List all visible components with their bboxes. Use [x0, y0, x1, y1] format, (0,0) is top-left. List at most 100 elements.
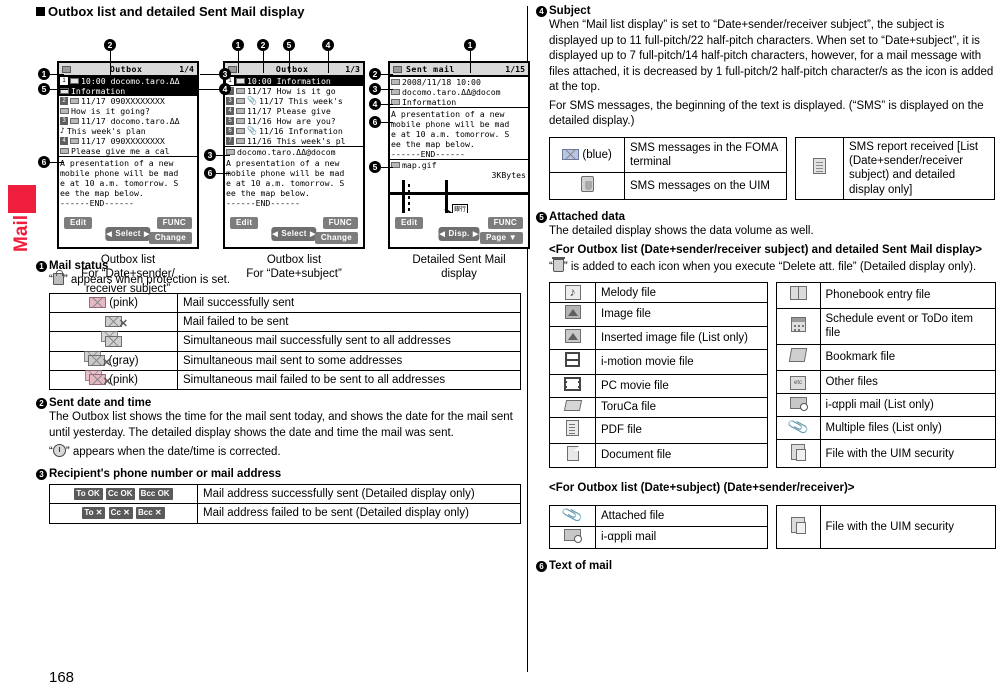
list-item[interactable]: 5 11/16 How are you?	[225, 116, 363, 126]
softkey-left[interactable]: Edit	[64, 217, 93, 229]
desc-cell: Phonebook entry file	[819, 282, 997, 309]
item-title: Sent date and time	[49, 397, 152, 410]
sms-table-left: (blue) SMS messages in the FOMA terminal…	[549, 136, 787, 201]
map-line	[390, 192, 528, 195]
list-item-line2: Please give me a cal	[71, 146, 170, 156]
bcc-failed-icon: Bcc ✕	[136, 507, 165, 520]
desc-cell: Attached file	[595, 505, 768, 528]
list-item[interactable]: 4 11/17 090XXXXXXXX	[59, 136, 197, 146]
list-item[interactable]: 4 11/17 Please give	[225, 106, 363, 116]
softkey-right-lower[interactable]: Change	[314, 232, 358, 244]
item-title: Recipient's phone number or mail address	[49, 467, 282, 480]
toruca-icon	[563, 399, 582, 411]
section-title: Outbox list and detailed Sent Mail displ…	[36, 4, 521, 19]
side-tab-label: Mail	[11, 215, 32, 252]
list-item[interactable]: 7 11/16 This week's pl	[225, 136, 363, 146]
leader-line	[50, 89, 68, 90]
signal-icon	[393, 65, 402, 73]
status-title: Sent mail	[406, 64, 455, 74]
list-item-text: 11/16 This week's pl	[247, 136, 346, 146]
softkey-center[interactable]: Disp.	[438, 227, 480, 241]
list-item[interactable]: 3 11/17 docomo.taro.ΔΔ	[59, 116, 197, 126]
desc-cell: ToruCa file	[595, 396, 768, 419]
softkey-left[interactable]: Edit	[395, 217, 424, 229]
callout-4-phone2: 4	[322, 39, 334, 51]
list-item[interactable]: 3 📎 11/17 This week's	[225, 96, 363, 106]
table-row: PC movie file	[549, 373, 768, 398]
recipient-address: docomo.taro.ΔΔ@docom	[402, 87, 501, 97]
desc-cell: Schedule event or ToDo item file	[819, 307, 997, 346]
list-item[interactable]: 2 11/17 How is it go	[225, 86, 363, 96]
softkey-center[interactable]: Select	[105, 227, 151, 241]
attached-table-left: ♪ Melody file Image file Inserted image …	[549, 282, 768, 469]
figure-caption-2: Outbox list For “Date+subject”	[209, 253, 379, 282]
other-files-icon: etc	[790, 375, 807, 390]
list-item-subject[interactable]: How is it going?	[59, 106, 197, 116]
desc-cell: File with the UIM security	[819, 439, 997, 469]
table-row: i-αppli mail	[549, 526, 768, 549]
desc-cell: Mail address successfully sent (Detailed…	[197, 483, 521, 505]
list-item-subject[interactable]: ♪ This week's plan	[59, 126, 197, 136]
softkey-right[interactable]: FUNC	[487, 217, 523, 229]
leader-line	[381, 122, 393, 123]
list-item-subject[interactable]: Information	[59, 86, 197, 96]
softkey-bar: Edit Select FUNC Change	[59, 213, 197, 247]
list-item[interactable]: 6 📎 11/16 Information	[225, 126, 363, 136]
outbox-file-tables: 📎 Attached file i-αppli mail File with t…	[549, 501, 997, 553]
mail-status-table: (pink) Mail successfully sent Mail faile…	[49, 292, 521, 391]
melody-icon: ♪	[60, 126, 65, 135]
softkey-left[interactable]: Edit	[230, 217, 259, 229]
list-index: 4	[60, 137, 68, 145]
icon-label: (blue)	[582, 148, 612, 161]
item-heading-sent-date: 2 Sent date and time	[36, 397, 521, 410]
mail-status-icon	[236, 88, 245, 94]
iappli-mail-icon	[789, 396, 808, 411]
table-row: etc Other files	[775, 369, 997, 394]
desc-cell: SMS messages on the UIM	[624, 172, 787, 201]
attachment-row[interactable]: map.gif	[390, 160, 528, 170]
table-row: File with the UIM security	[775, 505, 997, 549]
caption-line: For “Date+subject”	[246, 268, 342, 281]
softkey-bar: Edit Disp. FUNC Page ▼	[390, 213, 528, 247]
uim-card-icon	[580, 176, 594, 192]
recipient-address-row: docomo.taro.ΔΔ@docom	[390, 87, 528, 97]
iappli-mail-icon	[564, 529, 582, 544]
softkey-center[interactable]: Select	[271, 227, 317, 241]
table-row: Phonebook entry file	[775, 282, 997, 309]
list-index: 5	[226, 117, 234, 125]
callout-number: 4	[536, 6, 547, 17]
icon-label: (pink)	[109, 296, 138, 309]
clock-icon	[52, 444, 66, 458]
callout-6-phone1: 6	[38, 156, 50, 168]
desc-cell: Document file	[595, 442, 768, 469]
figure-group: 2 1 5 3 4 6 Outbox 1/4 1 10:00 docomo.ta…	[36, 25, 530, 295]
list-item[interactable]: 1 10:00 Information	[225, 76, 363, 86]
callout-1-phone1: 1	[38, 68, 50, 80]
desc-cell: Simultaneous mail successfully sent to a…	[177, 331, 521, 352]
icon-cell: To OK Cc OK Bcc OK	[49, 483, 198, 505]
leader-line	[50, 162, 64, 163]
list-item-line1: 11/17 docomo.taro.ΔΔ	[81, 116, 180, 126]
attachment-name: map.gif	[402, 160, 437, 170]
leader-line	[216, 155, 230, 156]
desc-cell: Image file	[595, 302, 768, 327]
mail-status-icon	[391, 79, 400, 85]
softkey-right[interactable]: FUNC	[156, 217, 192, 229]
list-item-subject[interactable]: Please give me a cal	[59, 146, 197, 156]
softkey-right-lower[interactable]: Page ▼	[479, 232, 523, 244]
paperclip-icon: 📎	[560, 504, 585, 527]
caption-line: Outbox list	[100, 254, 156, 266]
subject-icon	[60, 148, 69, 154]
icon-cell	[775, 282, 821, 309]
envelope-failed-icon	[105, 316, 128, 330]
section-bullet-icon	[36, 7, 45, 16]
subject-icon	[60, 108, 69, 114]
note-text: ” is added to each icon when you execute…	[563, 260, 977, 273]
status-title: Outbox	[275, 64, 309, 74]
list-item[interactable]: 1 10:00 docomo.taro.ΔΔ	[59, 76, 197, 86]
list-item[interactable]: 2 11/17 090XXXXXXXX	[59, 96, 197, 106]
icon-cell	[549, 417, 596, 444]
softkey-right-lower[interactable]: Change	[148, 232, 192, 244]
leader-line	[470, 51, 471, 73]
softkey-right[interactable]: FUNC	[322, 217, 358, 229]
